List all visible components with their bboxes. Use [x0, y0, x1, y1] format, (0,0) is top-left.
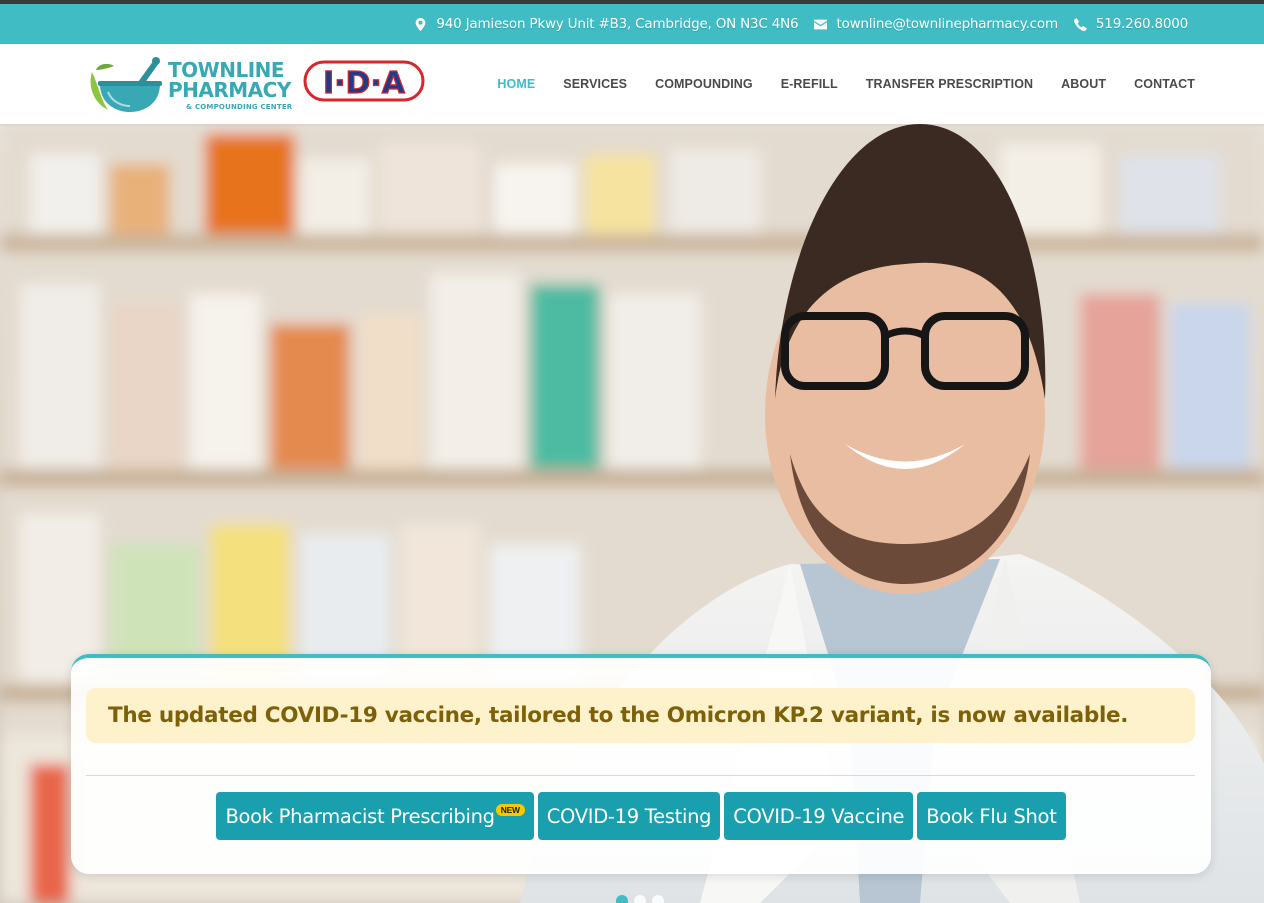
main-nav: HOME SERVICES COMPOUNDING E-REFILL TRANS…: [497, 44, 1195, 124]
nav-home[interactable]: HOME: [497, 77, 535, 91]
logo-wordmark: TOWNLINE PHARMACY: [168, 60, 291, 100]
book-flu-shot-button[interactable]: Book Flu Shot: [917, 792, 1066, 840]
new-badge: NEW: [495, 804, 525, 816]
nav-about[interactable]: ABOUT: [1061, 77, 1106, 91]
contact-topbar: 940 Jamieson Pkwy Unit #B3, Cambridge, O…: [0, 4, 1264, 44]
nav-services[interactable]: SERVICES: [563, 77, 627, 91]
vaccine-notice: The updated COVID-19 vaccine, tailored t…: [86, 688, 1195, 743]
book-pharmacist-prescribing-label: Book Pharmacist Prescribing: [225, 804, 495, 828]
phone-item[interactable]: 519.260.8000: [1073, 16, 1188, 32]
slider-dot-2[interactable]: [634, 895, 646, 903]
phone-link[interactable]: 519.260.8000: [1096, 16, 1188, 32]
site-logo[interactable]: TOWNLINE PHARMACY & COMPOUNDING CENTER I…: [86, 52, 426, 118]
nav-compounding[interactable]: COMPOUNDING: [655, 77, 753, 91]
logo-line2: PHARMACY: [168, 78, 291, 102]
map-pin-icon: [415, 17, 426, 31]
covid-vaccine-button[interactable]: COVID-19 Vaccine: [724, 792, 914, 840]
card-divider: [86, 775, 1195, 776]
slider-dot-1[interactable]: [616, 895, 628, 903]
logo-line1: TOWNLINE: [168, 58, 285, 82]
nav-contact[interactable]: CONTACT: [1134, 77, 1195, 91]
address-item: 940 Jamieson Pkwy Unit #B3, Cambridge, O…: [414, 16, 799, 32]
nav-transfer-prescription[interactable]: TRANSFER PRESCRIPTION: [866, 77, 1033, 91]
email-item[interactable]: townline@townlinepharmacy.com: [814, 16, 1058, 32]
ida-text: I·D·A: [323, 66, 406, 101]
promo-card: The updated COVID-19 vaccine, tailored t…: [71, 654, 1211, 874]
book-pharmacist-prescribing-button[interactable]: Book Pharmacist Prescribing NEW: [216, 792, 534, 840]
phone-icon: [1073, 17, 1087, 31]
mortar-pestle-logo-icon: [90, 57, 162, 112]
email-link[interactable]: townline@townlinepharmacy.com: [836, 16, 1058, 32]
ida-partner-logo: I·D·A: [303, 60, 425, 102]
action-buttons: Book Pharmacist Prescribing NEW COVID-19…: [71, 792, 1211, 840]
slider-dot-3[interactable]: [652, 895, 664, 903]
site-header: TOWNLINE PHARMACY & COMPOUNDING CENTER I…: [0, 44, 1264, 124]
slider-dots: [616, 895, 664, 903]
vaccine-notice-text: The updated COVID-19 vaccine, tailored t…: [108, 703, 1129, 728]
nav-e-refill[interactable]: E-REFILL: [781, 77, 838, 91]
covid-testing-button[interactable]: COVID-19 Testing: [537, 792, 721, 840]
envelope-icon: [814, 19, 828, 29]
address-text: 940 Jamieson Pkwy Unit #B3, Cambridge, O…: [436, 16, 799, 32]
logo-tagline: & COMPOUNDING CENTER: [186, 103, 293, 111]
hero-slider: The updated COVID-19 vaccine, tailored t…: [0, 124, 1264, 903]
